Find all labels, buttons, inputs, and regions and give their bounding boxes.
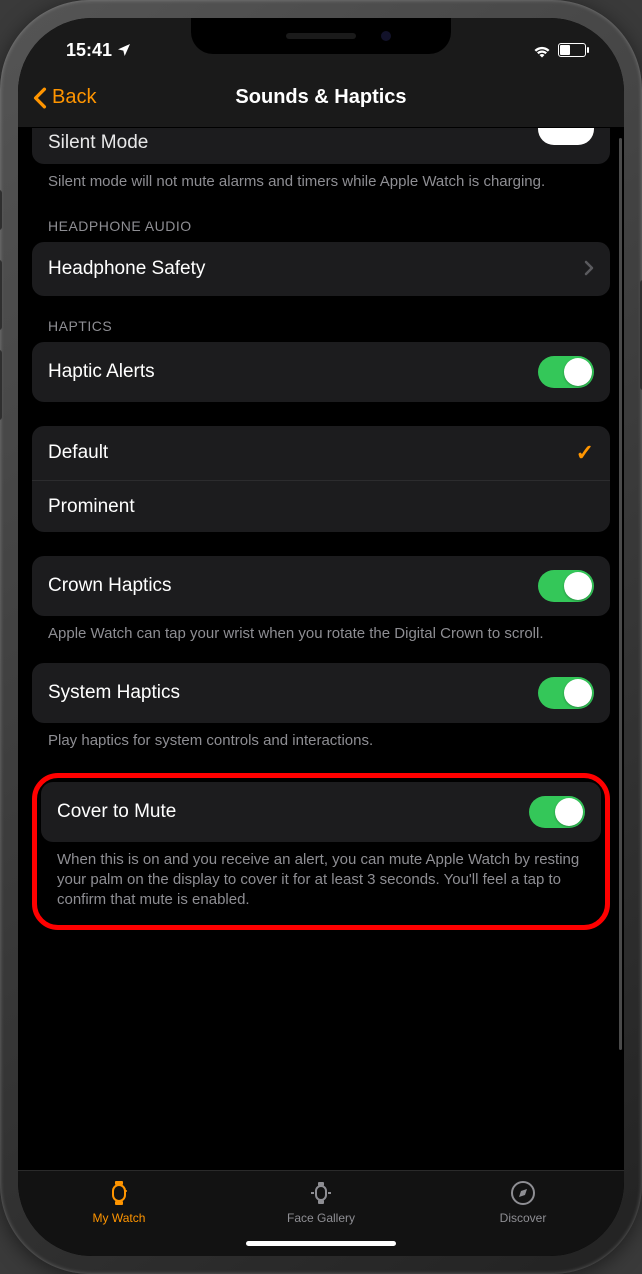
system-haptics-label: System Haptics — [48, 682, 180, 704]
crown-haptics-row[interactable]: Crown Haptics — [32, 556, 610, 616]
back-button[interactable]: Back — [32, 86, 96, 109]
tab-discover-label: Discover — [500, 1211, 547, 1225]
chevron-right-icon — [584, 256, 594, 282]
cover-to-mute-footer: When this is on and you receive an alert… — [41, 842, 601, 919]
tab-my-watch[interactable]: My Watch — [19, 1179, 219, 1225]
crown-haptics-footer: Apple Watch can tap your wrist when you … — [32, 616, 610, 648]
compass-icon — [509, 1179, 537, 1207]
face-gallery-icon — [307, 1179, 335, 1207]
tab-discover[interactable]: Discover — [423, 1179, 623, 1225]
wifi-icon — [532, 42, 552, 58]
cover-to-mute-label: Cover to Mute — [57, 801, 176, 823]
device-frame: 15:41 Back Sounds & Haptics Silent Mode — [0, 0, 642, 1274]
crown-haptics-label: Crown Haptics — [48, 575, 172, 597]
status-time: 15:41 — [66, 40, 112, 61]
front-camera — [381, 31, 391, 41]
headphone-safety-label: Headphone Safety — [48, 258, 205, 280]
nav-bar: Back Sounds & Haptics — [18, 68, 624, 128]
notch — [191, 18, 451, 54]
speaker-grille — [286, 33, 356, 39]
silent-mode-row[interactable]: Silent Mode — [32, 128, 610, 164]
cover-to-mute-row[interactable]: Cover to Mute — [41, 782, 601, 842]
tab-face-gallery[interactable]: Face Gallery — [221, 1179, 421, 1225]
silent-mode-toggle[interactable] — [538, 128, 594, 145]
location-icon — [116, 42, 132, 58]
volume-down-button — [0, 350, 2, 420]
checkmark-icon: ✓ — [576, 440, 594, 466]
haptic-alerts-label: Haptic Alerts — [48, 361, 155, 383]
cover-to-mute-toggle[interactable] — [529, 796, 585, 828]
haptic-default-label: Default — [48, 442, 108, 464]
system-haptics-footer: Play haptics for system controls and int… — [32, 723, 610, 755]
page-title: Sounds & Haptics — [18, 86, 624, 109]
haptic-prominent-label: Prominent — [48, 496, 135, 518]
cover-to-mute-highlight: Cover to Mute When this is on and you re… — [32, 773, 610, 930]
silent-mode-label: Silent Mode — [48, 132, 148, 154]
content-scroll[interactable]: Silent Mode Silent mode will not mute al… — [18, 128, 624, 1170]
scroll-indicator[interactable] — [619, 138, 622, 1050]
haptic-alerts-toggle[interactable] — [538, 356, 594, 388]
headphone-audio-header: HEADPHONE AUDIO — [32, 196, 610, 242]
back-label: Back — [52, 86, 96, 109]
battery-icon — [558, 43, 586, 57]
haptic-alerts-row[interactable]: Haptic Alerts — [32, 342, 610, 402]
screen: 15:41 Back Sounds & Haptics Silent Mode — [18, 18, 624, 1256]
home-indicator[interactable] — [246, 1241, 396, 1246]
system-haptics-row[interactable]: System Haptics — [32, 663, 610, 723]
volume-up-button — [0, 260, 2, 330]
watch-icon — [105, 1179, 133, 1207]
system-haptics-toggle[interactable] — [538, 677, 594, 709]
tab-face-gallery-label: Face Gallery — [287, 1211, 355, 1225]
chevron-left-icon — [32, 87, 48, 109]
headphone-safety-row[interactable]: Headphone Safety — [32, 242, 610, 296]
haptic-default-row[interactable]: Default ✓ — [32, 426, 610, 480]
haptics-header: HAPTICS — [32, 296, 610, 342]
tab-my-watch-label: My Watch — [93, 1211, 146, 1225]
silent-mode-footer: Silent mode will not mute alarms and tim… — [32, 164, 610, 196]
mute-switch — [0, 190, 2, 230]
crown-haptics-toggle[interactable] — [538, 570, 594, 602]
haptic-prominent-row[interactable]: Prominent — [32, 480, 610, 532]
